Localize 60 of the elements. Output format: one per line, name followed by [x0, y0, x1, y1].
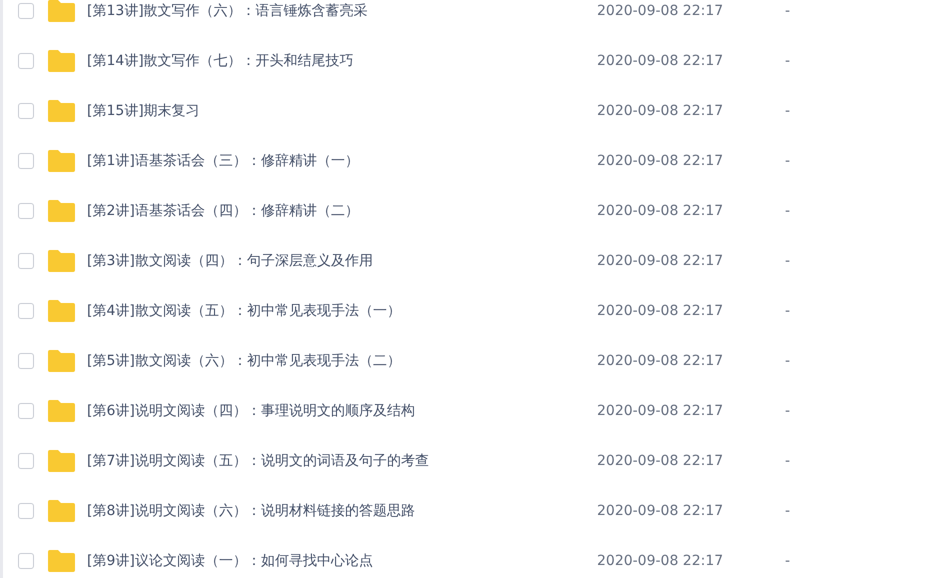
folder-name[interactable]: [第3讲]散文阅读（四）：句子深层意义及作用 [87, 252, 597, 270]
modified-date: 2020-09-08 22:17 [597, 553, 724, 569]
file-size: - [785, 303, 790, 319]
file-size: - [785, 253, 790, 269]
folder-name[interactable]: [第6讲]说明文阅读（四）：事理说明文的顺序及结构 [87, 402, 597, 420]
folder-name[interactable]: [第7讲]说明文阅读（五）：说明文的词语及句子的考查 [87, 452, 597, 470]
checkbox[interactable] [18, 103, 34, 119]
folder-icon [48, 50, 75, 72]
folder-name[interactable]: [第5讲]散文阅读（六）：初中常见表现手法（二） [87, 352, 597, 370]
checkbox[interactable] [18, 53, 34, 69]
folder-icon [48, 450, 75, 472]
folder-icon [48, 500, 75, 522]
checkbox[interactable] [18, 253, 34, 269]
file-size: - [785, 203, 790, 219]
modified-date: 2020-09-08 22:17 [597, 3, 724, 19]
folder-icon [48, 550, 75, 572]
folder-name[interactable]: [第15讲]期末复习 [87, 102, 597, 120]
checkbox[interactable] [18, 3, 34, 19]
checkbox[interactable] [18, 403, 34, 419]
modified-date: 2020-09-08 22:17 [597, 253, 724, 269]
modified-date: 2020-09-08 22:17 [597, 153, 724, 169]
folder-icon [48, 150, 75, 172]
checkbox[interactable] [18, 553, 34, 569]
modified-date: 2020-09-08 22:17 [597, 503, 724, 519]
folder-icon [48, 250, 75, 272]
folder-icon [48, 400, 75, 422]
folder-icon [48, 350, 75, 372]
file-size: - [785, 353, 790, 369]
file-size: - [785, 3, 790, 19]
folder-icon [48, 200, 75, 222]
checkbox[interactable] [18, 453, 34, 469]
modified-date: 2020-09-08 22:17 [597, 203, 724, 219]
modified-date: 2020-09-08 22:17 [597, 103, 724, 119]
folder-name[interactable]: [第13讲]散文写作（六）：语言锤炼含蓄亮采 [87, 2, 597, 20]
file-size: - [785, 103, 790, 119]
modified-date: 2020-09-08 22:17 [597, 453, 724, 469]
file-size: - [785, 153, 790, 169]
folder-name[interactable]: [第4讲]散文阅读（五）：初中常见表现手法（一） [87, 302, 597, 320]
modified-date: 2020-09-08 22:17 [597, 303, 724, 319]
modified-date: 2020-09-08 22:17 [597, 53, 724, 69]
checkbox[interactable] [18, 303, 34, 319]
file-size: - [785, 553, 790, 569]
modified-date: 2020-09-08 22:17 [597, 353, 724, 369]
folder-name[interactable]: [第14讲]散文写作（七）：开头和结尾技巧 [87, 52, 597, 70]
file-size: - [785, 503, 790, 519]
checkbox[interactable] [18, 203, 34, 219]
folder-icon [48, 100, 75, 122]
file-size: - [785, 453, 790, 469]
folder-name[interactable]: [第8讲]说明文阅读（六）：说明材料链接的答题思路 [87, 502, 597, 520]
folder-icon [48, 300, 75, 322]
checkbox[interactable] [18, 153, 34, 169]
modified-date: 2020-09-08 22:17 [597, 403, 724, 419]
folder-icon [48, 0, 75, 22]
file-size: - [785, 403, 790, 419]
checkbox[interactable] [18, 353, 34, 369]
folder-name[interactable]: [第2讲]语基茶话会（四）：修辞精讲（二） [87, 202, 597, 220]
folder-name[interactable]: [第9讲]议论文阅读（一）：如何寻找中心论点 [87, 552, 597, 570]
checkbox[interactable] [18, 503, 34, 519]
folder-name[interactable]: [第1讲]语基茶话会（三）：修辞精讲（一） [87, 152, 597, 170]
file-size: - [785, 53, 790, 69]
